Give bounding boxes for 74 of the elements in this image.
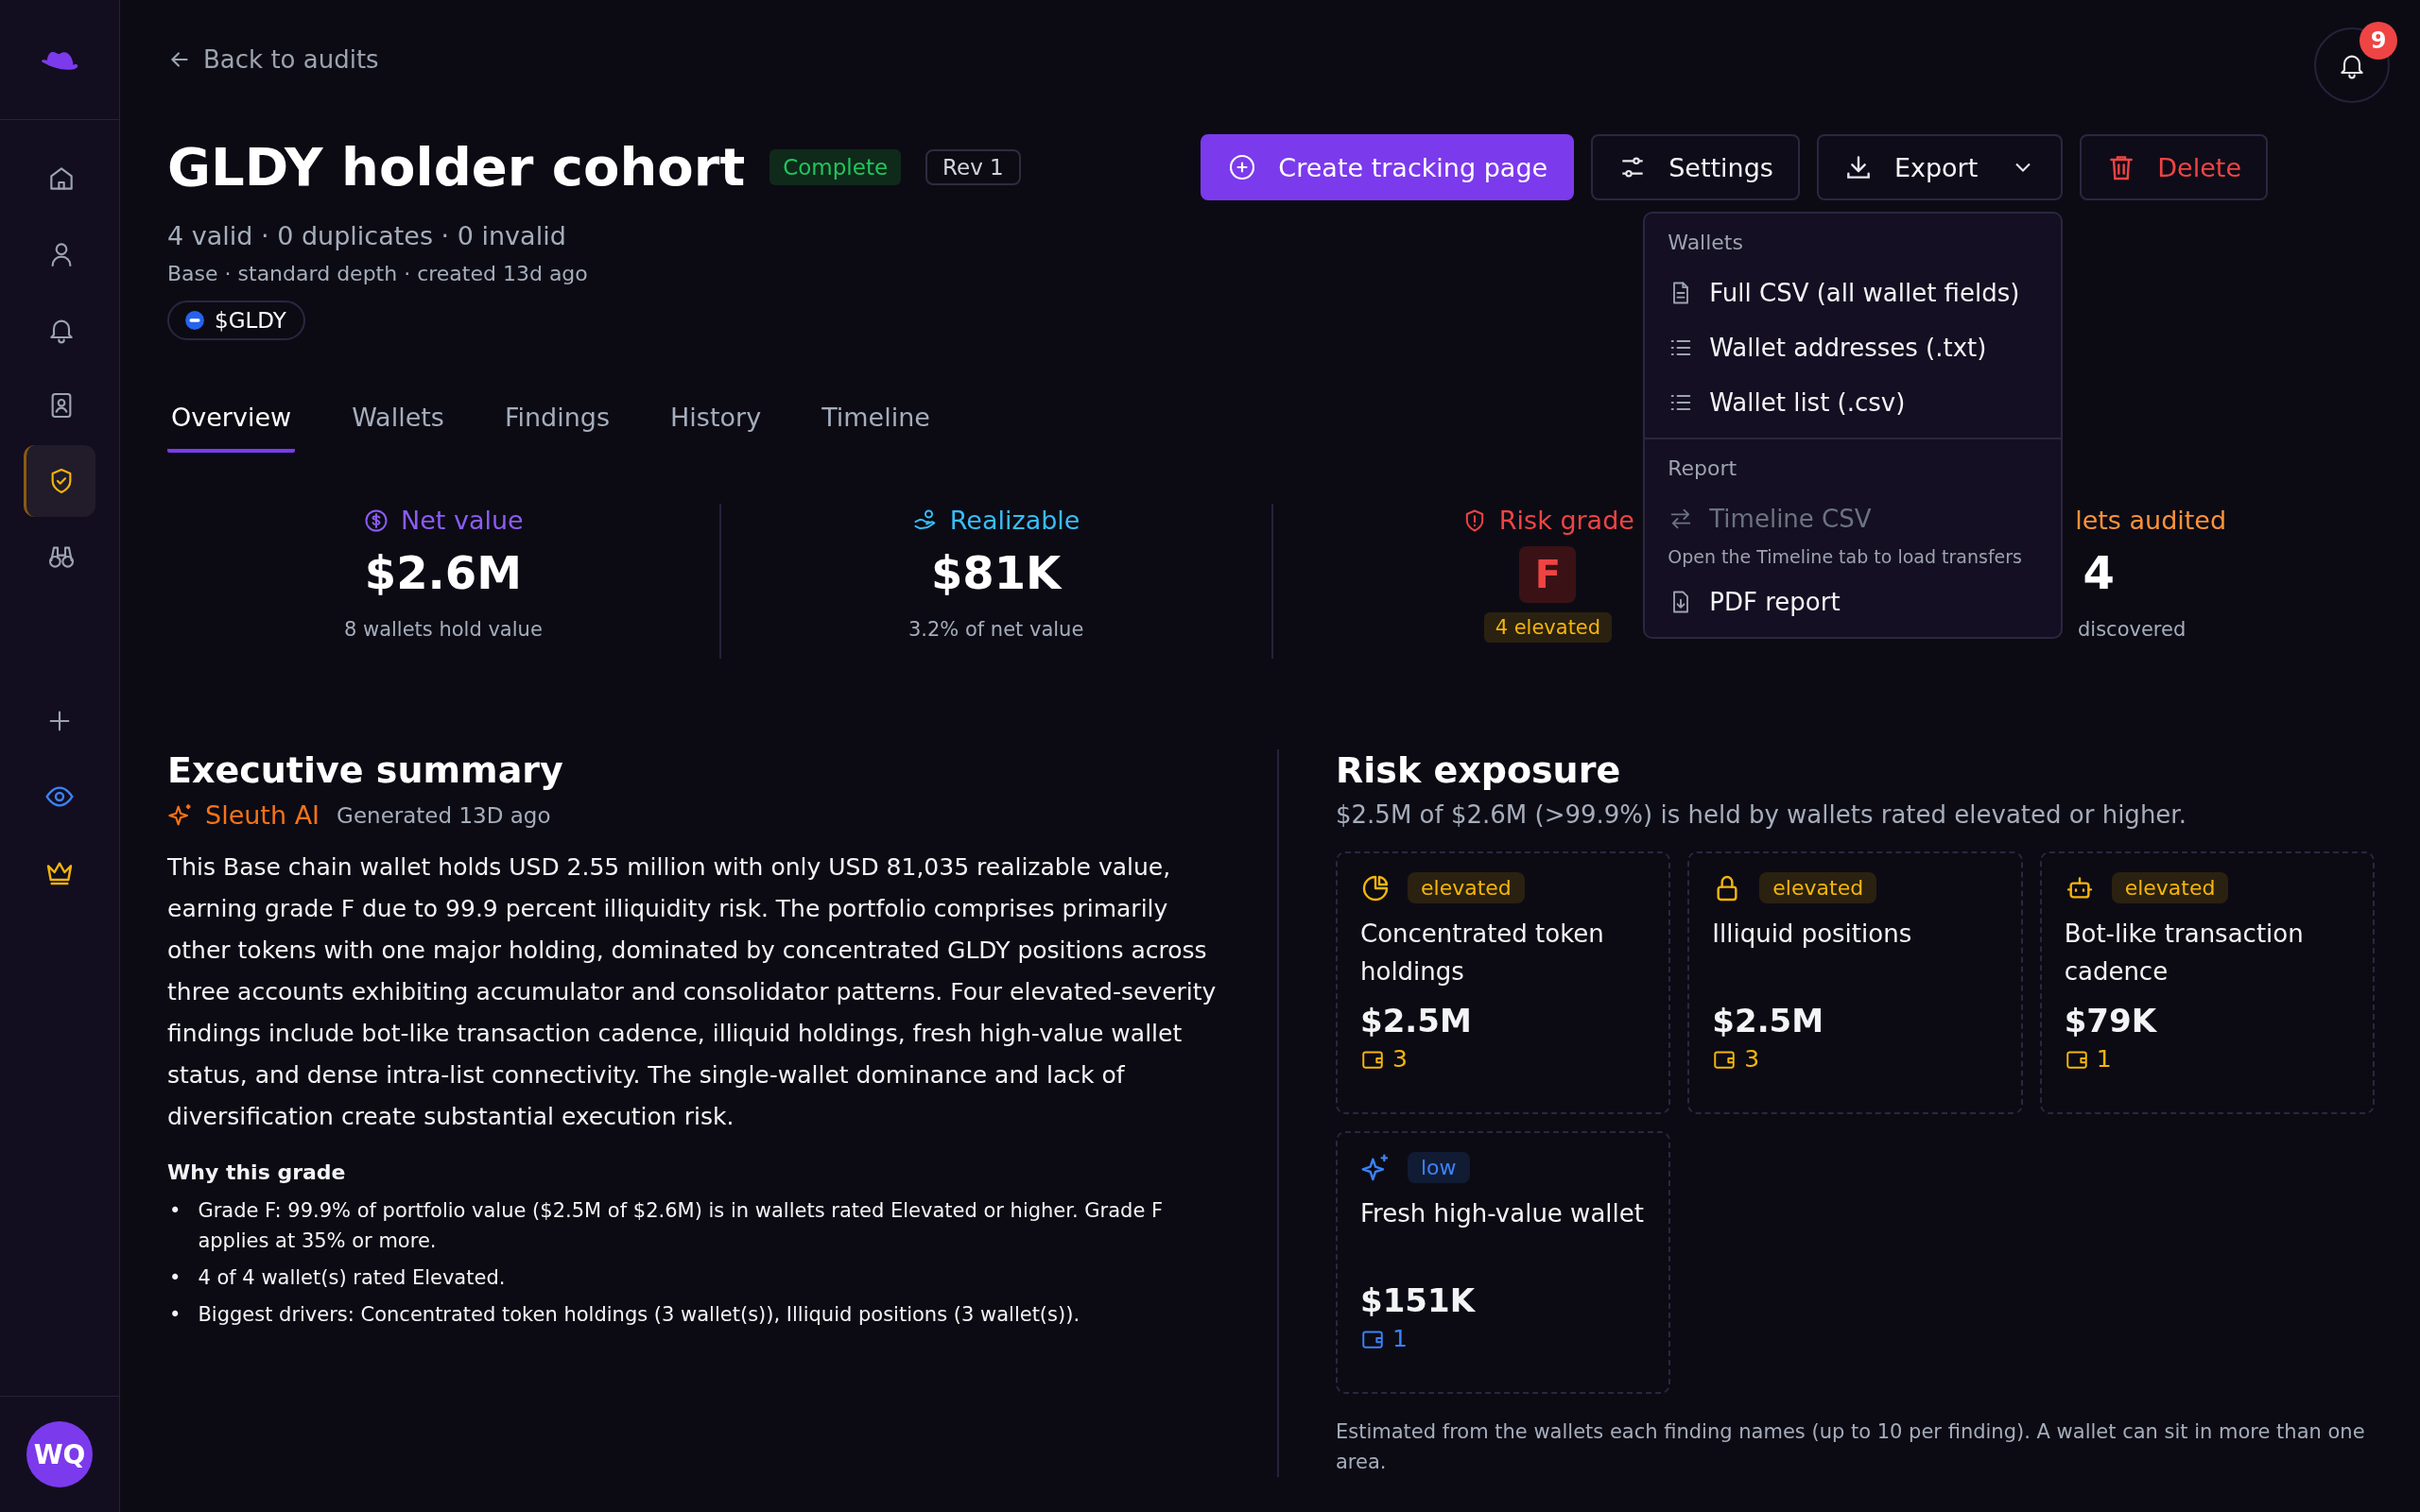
wallet-count: 1 xyxy=(1392,1325,1408,1352)
tab[interactable]: Findings xyxy=(500,403,614,453)
stat-label: Net value xyxy=(401,506,524,535)
severity-badge: elevated xyxy=(1408,872,1525,903)
delete-button[interactable]: Delete xyxy=(2080,134,2268,200)
menu-item[interactable]: Wallet addresses (.txt) xyxy=(1645,320,2062,375)
stat-value: $81K xyxy=(930,546,1062,599)
tab[interactable]: History xyxy=(666,403,766,453)
footnote: Estimated from the wallets each finding names (up to 10 per finding). A wallet can sit in more than one area. xyxy=(1336,1419,2366,1475)
finding-title: Fresh high-value wallet xyxy=(1360,1198,1645,1229)
token-coin-icon xyxy=(184,310,205,331)
menu-hint: Open the Timeline tab to load transfers xyxy=(1667,546,2023,569)
summary-paragraph: This Base chain wallet holds USD 2.55 million with only USD 81,035 realizable value, earning grade F due to 99.9 percent illiquidity risk. The portfolio comprises primarily other tokens with one major holding, dominated by concentrated GLDY positions across three accounts exhibiting accumulator and consolidator patterns. Four elevated-severity findings include bot-like transaction cadence, illiquid holdings, fresh high-value wallet status, and dense intra-list connectivity. The single-wallet dominance and lack of diversification create substantial execution risk. xyxy=(167,852,1218,1132)
menu-item[interactable]: Wallet list (.csv) xyxy=(1645,375,2062,430)
wallet-count: 3 xyxy=(1744,1045,1760,1073)
menu-item[interactable]: PDF report xyxy=(1645,575,2062,629)
wallet-count: 3 xyxy=(1392,1045,1408,1073)
tab[interactable]: Timeline xyxy=(818,403,934,453)
status-badge: Complete xyxy=(769,149,902,185)
grade-badge: F xyxy=(1519,546,1577,603)
severity-badge: elevated xyxy=(2111,872,2229,903)
subheading: Why this grade xyxy=(167,1160,347,1184)
finding-card[interactable]: low Fresh high-value wallet $151K 1 xyxy=(1336,1131,1671,1394)
finding-value: $2.5M xyxy=(1360,1002,1473,1040)
finding-card[interactable]: elevated Illiquid positions $2.5M 3 xyxy=(1687,851,2023,1114)
tab[interactable]: Overview xyxy=(167,403,296,453)
settings-button[interactable]: Settings xyxy=(1591,134,1800,200)
finding-title: Illiquid positions xyxy=(1712,919,1913,950)
reason-item: 4 of 4 wallet(s) rated Elevated. xyxy=(198,1265,506,1291)
section-heading: Risk exposure xyxy=(1336,749,1622,791)
stat-caption: 3.2% of net value xyxy=(908,618,1084,641)
ai-source-label: Sleuth AI xyxy=(205,800,320,830)
user-avatar[interactable]: WQ xyxy=(26,1421,93,1487)
severity-badge: elevated xyxy=(1759,872,1877,903)
stat-value: $2.6M xyxy=(364,546,522,599)
bullet: • xyxy=(168,1265,182,1291)
create-tracking-page-button[interactable]: Create tracking page xyxy=(1201,134,1575,200)
stat-caption: 8 wallets hold value xyxy=(343,618,543,641)
audit-meta: Base · standard depth · created 13d ago xyxy=(167,262,589,285)
severity-count-badge: 4 elevated xyxy=(1483,612,1613,643)
finding-card[interactable]: elevated Bot-like transaction cadence $79K 1 xyxy=(2039,851,2375,1114)
bullet: • xyxy=(168,1302,182,1328)
generated-time: Generated 13D ago xyxy=(337,802,551,828)
stat-label: Realizable xyxy=(949,506,1080,535)
stat-label: lets audited xyxy=(2075,506,2227,535)
export-button[interactable]: Export xyxy=(1816,134,2064,200)
finding-title: Concentrated token holdings xyxy=(1360,919,1605,988)
menu-section-title: Wallets xyxy=(1667,231,1744,256)
finding-card[interactable]: elevated Concentrated token holdings $2.5M 3 xyxy=(1336,851,1671,1114)
risk-subtitle: $2.5M of $2.6M (>99.9%) is held by wallets rated elevated or higher. xyxy=(1336,800,2187,829)
stat-label: Risk grade xyxy=(1498,506,1634,535)
finding-value: $79K xyxy=(2064,1002,2158,1040)
section-heading: Executive summary xyxy=(167,749,564,791)
wallet-count: 1 xyxy=(2096,1045,2112,1073)
finding-title: Bot-like transaction cadence xyxy=(2064,919,2305,988)
sparkles-icon xyxy=(1360,1152,1391,1183)
menu-item[interactable]: Full CSV (all wallet fields) xyxy=(1645,266,2062,320)
token-chip[interactable]: $GLDY xyxy=(167,301,305,340)
stat-value: 4 xyxy=(2083,546,2115,599)
reason-item: Grade F: 99.9% of portfolio value ($2.5M of $2.6M) is in wallets rated Elevated or higher. Grade F applies at 35% or more. xyxy=(198,1198,1165,1254)
back-link[interactable]: Back to audits xyxy=(167,45,379,74)
sidebar-item[interactable] xyxy=(24,445,95,517)
tab[interactable]: Wallets xyxy=(348,403,448,453)
menu-section-title: Report xyxy=(1667,456,1738,482)
validation-counts: 4 valid · 0 duplicates · 0 invalid xyxy=(167,221,567,250)
bullet: • xyxy=(168,1198,182,1224)
notification-count-badge: 9 xyxy=(2360,22,2397,60)
revision-badge: Rev 1 xyxy=(925,149,1021,185)
finding-value: $151K xyxy=(1360,1281,1477,1319)
stat-caption: discovered xyxy=(2078,618,2187,641)
reason-item: Biggest drivers: Concentrated token holdings (3 wallet(s)), Illiquid positions (3 wallet(s)). xyxy=(198,1302,1080,1328)
page-title: GLDY holder cohort xyxy=(167,135,746,199)
finding-value: $2.5M xyxy=(1712,1002,1825,1040)
severity-badge: low xyxy=(1408,1152,1470,1183)
